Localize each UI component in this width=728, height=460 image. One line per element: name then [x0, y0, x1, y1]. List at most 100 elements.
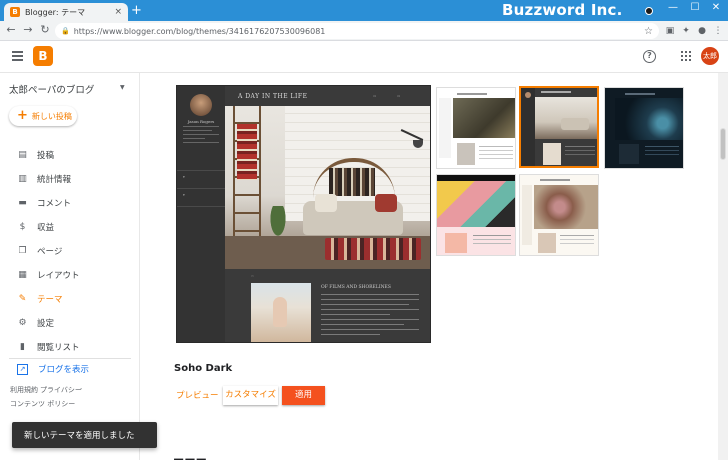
- hamburger-menu-icon[interactable]: [12, 51, 23, 61]
- sidebar-divider: [9, 358, 131, 359]
- help-icon[interactable]: ?: [643, 50, 656, 63]
- sidebar-menu: ▤ 投稿 ▥ 統計情報 ▬ コメント $ 収益 ❐ ページ ▦ レイアウト ✎ …: [0, 143, 140, 359]
- preview-post-image: [251, 283, 311, 342]
- hero-cushion: [315, 194, 337, 212]
- close-window-button[interactable]: ✕: [707, 2, 725, 13]
- content-policy-link[interactable]: コンテンツ ポリシー: [10, 399, 75, 409]
- scrollbar-thumb[interactable]: [720, 128, 726, 160]
- preview-sidebar: Jason Rogers ▾ ▾: [177, 86, 225, 342]
- puzzle-icon[interactable]: ✦: [680, 25, 692, 37]
- preview-post-meta: ▭: [251, 274, 254, 278]
- customize-button[interactable]: カスタマイズ: [223, 386, 278, 405]
- snackbar-notification: 新しいテーマを適用しました: [12, 422, 157, 448]
- back-icon[interactable]: ←: [4, 23, 18, 36]
- maximize-button[interactable]: ☐: [686, 2, 704, 13]
- preview-nav-item: ▭: [373, 94, 377, 98]
- preview-divider: [177, 206, 225, 207]
- chevron-down-icon[interactable]: ▼: [120, 84, 125, 91]
- sidebar-item-reading-list[interactable]: ▮ 閲覧リスト: [0, 335, 140, 359]
- sidebar-item-label: テーマ: [37, 295, 63, 305]
- settings-icon: ⚙: [18, 318, 27, 328]
- menu-dots-icon[interactable]: ⋮: [712, 25, 724, 37]
- url-text[interactable]: https://www.blogger.com/blog/themes/3416…: [74, 27, 644, 36]
- view-blog-link[interactable]: ↗ ブログを表示: [17, 363, 89, 375]
- brand-overlay: Buzzword Inc.: [502, 1, 623, 19]
- preview-sidebar-text: [183, 126, 219, 146]
- preview-blog-title: A DAY IN THE LIFE: [238, 93, 308, 100]
- preview-sidebar-label: ▾: [183, 193, 185, 197]
- minimize-button[interactable]: —: [664, 2, 682, 13]
- sidebar-item-label: 収益: [37, 223, 55, 233]
- comments-icon: ▬: [18, 198, 27, 208]
- theme-preview[interactable]: Jason Rogers ▾ ▾ A DAY IN THE LIFE ▭ ▭ ▭…: [176, 85, 431, 343]
- scrollbar[interactable]: [718, 73, 728, 460]
- lock-icon[interactable]: 🔒: [61, 27, 70, 35]
- theme-thumbnail-selected[interactable]: [519, 86, 599, 168]
- blogger-logo[interactable]: B: [33, 46, 53, 66]
- hero-tapestry: [329, 168, 375, 196]
- blog-name[interactable]: 太郎ペーパのブログ: [9, 82, 94, 96]
- view-blog-label: ブログを表示: [38, 365, 90, 375]
- hero-cushion: [375, 194, 397, 212]
- sidebar-item-label: ページ: [37, 247, 63, 257]
- theme-thumbnail[interactable]: [436, 87, 516, 169]
- sidebar-item-earnings[interactable]: $ 収益: [0, 215, 140, 239]
- sidebar-item-layout[interactable]: ▦ レイアウト: [0, 263, 140, 287]
- sidebar-item-label: 設定: [37, 319, 55, 329]
- hero-hanging-rug: [237, 124, 257, 180]
- preview-button[interactable]: プレビュー: [176, 389, 219, 401]
- external-link-icon: ↗: [17, 363, 28, 375]
- sidebar-item-comments[interactable]: ▬ コメント: [0, 191, 140, 215]
- sidebar-item-label: レイアウト: [37, 271, 80, 281]
- sidebar-item-pages[interactable]: ❐ ページ: [0, 239, 140, 263]
- preview-author-avatar: [190, 94, 212, 116]
- sidebar-item-settings[interactable]: ⚙ 設定: [0, 311, 140, 335]
- theme-thumbnail[interactable]: [604, 87, 684, 169]
- sidebar-item-label: コメント: [37, 199, 72, 209]
- profile-dot-icon[interactable]: [645, 7, 653, 15]
- new-post-button[interactable]: + 新しい投稿: [9, 106, 77, 126]
- browser-tab[interactable]: B Blogger: テーマ ×: [4, 3, 128, 21]
- tab-title: Blogger: テーマ: [25, 7, 86, 17]
- preview-author-name: Jason Rogers: [187, 119, 215, 124]
- footer-dot: ·: [34, 385, 37, 393]
- address-bar[interactable]: 🔒 https://www.blogger.com/blog/themes/34…: [55, 23, 659, 39]
- posts-icon: ▤: [18, 150, 27, 160]
- apply-button[interactable]: 適用: [282, 386, 325, 405]
- new-post-label: 新しい投稿: [31, 111, 72, 121]
- theme-name: Soho Dark: [174, 363, 233, 374]
- preview-header: A DAY IN THE LIFE ▭ ▭: [225, 86, 430, 106]
- stats-icon: ▥: [18, 174, 27, 184]
- preview-divider: [177, 170, 225, 171]
- sidebar: 太郎ペーパのブログ ▼ + 新しい投稿 ▤ 投稿 ▥ 統計情報 ▬ コメント $…: [0, 73, 140, 460]
- forward-icon[interactable]: →: [21, 23, 35, 36]
- account-icon[interactable]: ●: [696, 25, 708, 37]
- privacy-link[interactable]: プライバシー: [40, 385, 82, 395]
- preview-divider: [177, 188, 225, 189]
- extension-icon[interactable]: ▣: [664, 25, 676, 37]
- layout-icon: ▦: [18, 270, 27, 280]
- theme-thumbnail[interactable]: [436, 174, 516, 256]
- preview-hero-image: [225, 106, 430, 269]
- sidebar-item-posts[interactable]: ▤ 投稿: [0, 143, 140, 167]
- pages-icon: ❐: [18, 246, 27, 256]
- blogger-favicon-icon: B: [10, 7, 20, 17]
- sidebar-item-stats[interactable]: ▥ 統計情報: [0, 167, 140, 191]
- tab-close-icon[interactable]: ×: [114, 7, 122, 17]
- next-section-heading-clipped: ▬▬▬: [173, 453, 208, 460]
- theme-icon: ✎: [18, 294, 27, 304]
- browser-toolbar: ← → ↻ 🔒 https://www.blogger.com/blog/the…: [0, 21, 728, 41]
- reload-icon[interactable]: ↻: [38, 23, 52, 36]
- preview-sidebar-label: ▾: [183, 175, 185, 179]
- avatar[interactable]: 太郎: [701, 47, 719, 65]
- preview-post-title: OF FILMS AND SHORELINES: [321, 285, 391, 290]
- preview-post-text: [321, 294, 419, 339]
- sidebar-item-theme[interactable]: ✎ テーマ: [0, 287, 140, 311]
- new-tab-button[interactable]: +: [131, 4, 142, 17]
- snackbar-text: 新しいテーマを適用しました: [24, 431, 135, 441]
- sidebar-item-label: 投稿: [37, 151, 55, 161]
- preview-nav-item: ▭: [397, 94, 401, 98]
- theme-thumbnail[interactable]: [519, 174, 599, 256]
- bookmark-star-icon[interactable]: ☆: [644, 26, 653, 37]
- apps-grid-icon[interactable]: [681, 51, 691, 61]
